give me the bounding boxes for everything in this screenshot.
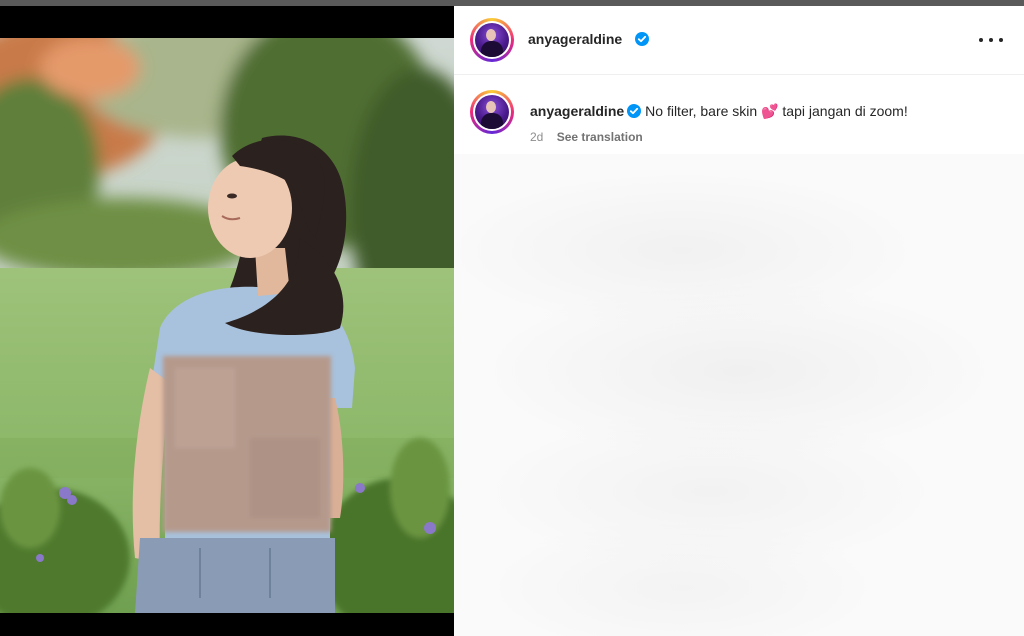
author-username[interactable]: anyageraldine xyxy=(528,31,622,47)
see-translation-link[interactable]: See translation xyxy=(557,130,643,144)
post-photo[interactable] xyxy=(0,38,454,613)
post-media-pane xyxy=(0,6,454,636)
photo-illustration xyxy=(0,38,454,613)
more-options-icon[interactable] xyxy=(974,28,1008,52)
caption-meta: 2d See translation xyxy=(530,130,643,144)
avatar-image xyxy=(475,23,509,57)
verified-badge-icon xyxy=(635,32,649,46)
caption-author-avatar[interactable] xyxy=(470,90,514,134)
post-caption: anyageraldine No filter, bare skin 💕 tapi… xyxy=(454,74,1024,154)
author-avatar[interactable] xyxy=(470,18,514,62)
two-hearts-emoji: 💕 xyxy=(761,103,779,119)
caption-text-part2: tapi jangan di zoom! xyxy=(778,103,908,119)
blurred-comments-area xyxy=(454,154,1024,636)
caption-text: anyageraldine No filter, bare skin 💕 tapi… xyxy=(530,103,908,120)
post-details-panel: anyageraldine anyageraldine No filter, ba… xyxy=(454,6,1024,636)
post-timestamp[interactable]: 2d xyxy=(530,130,543,144)
caption-username[interactable]: anyageraldine xyxy=(530,103,624,119)
avatar-image xyxy=(475,95,509,129)
caption-text-part1: No filter, bare skin xyxy=(645,103,762,119)
censor-blur-block xyxy=(163,356,331,532)
post-header: anyageraldine xyxy=(454,6,1024,75)
verified-badge-icon xyxy=(627,104,642,118)
